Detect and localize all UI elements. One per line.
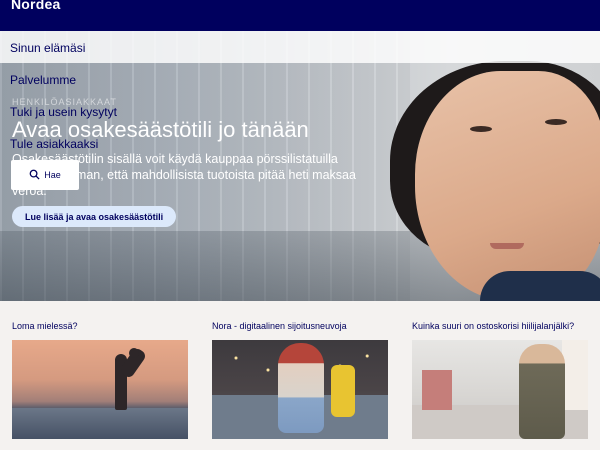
card-title[interactable]: Nora - digitaalinen sijoitusneuvoja xyxy=(212,321,390,336)
search-icon xyxy=(29,169,40,182)
nav-highlight-bar xyxy=(0,31,600,63)
nav-item-sinun-elamasi[interactable]: Sinun elämäsi xyxy=(10,41,85,55)
top-bar: Nordea xyxy=(0,0,600,31)
card-title[interactable]: Loma mielessä? xyxy=(12,321,190,336)
card-hiilijalanjalki[interactable]: Kuinka suuri on ostoskorisi hiilijalanjä… xyxy=(412,321,590,439)
nordea-logo[interactable]: Nordea xyxy=(11,0,60,12)
open-account-button[interactable]: Lue lisää ja avaa osakesäästötili xyxy=(12,206,177,227)
card-title[interactable]: Kuinka suuri on ostoskorisi hiilijalanjä… xyxy=(412,321,590,336)
card-nora[interactable]: Nora - digitaalinen sijoitusneuvoja xyxy=(212,321,390,439)
card-image-woman-sofa[interactable] xyxy=(212,340,388,439)
nav-item-palvelumme[interactable]: Palvelumme xyxy=(10,73,76,87)
card-image-woman-street[interactable] xyxy=(412,340,588,439)
hero-title: Avaa osakesäästötili jo tänään xyxy=(12,117,309,142)
card-loma[interactable]: Loma mielessä? xyxy=(12,321,190,439)
hero-woman-face xyxy=(415,71,600,301)
card-image-couple-beach[interactable] xyxy=(12,340,188,439)
search-label: Hae xyxy=(44,170,61,180)
search-button[interactable]: Hae xyxy=(11,160,79,190)
